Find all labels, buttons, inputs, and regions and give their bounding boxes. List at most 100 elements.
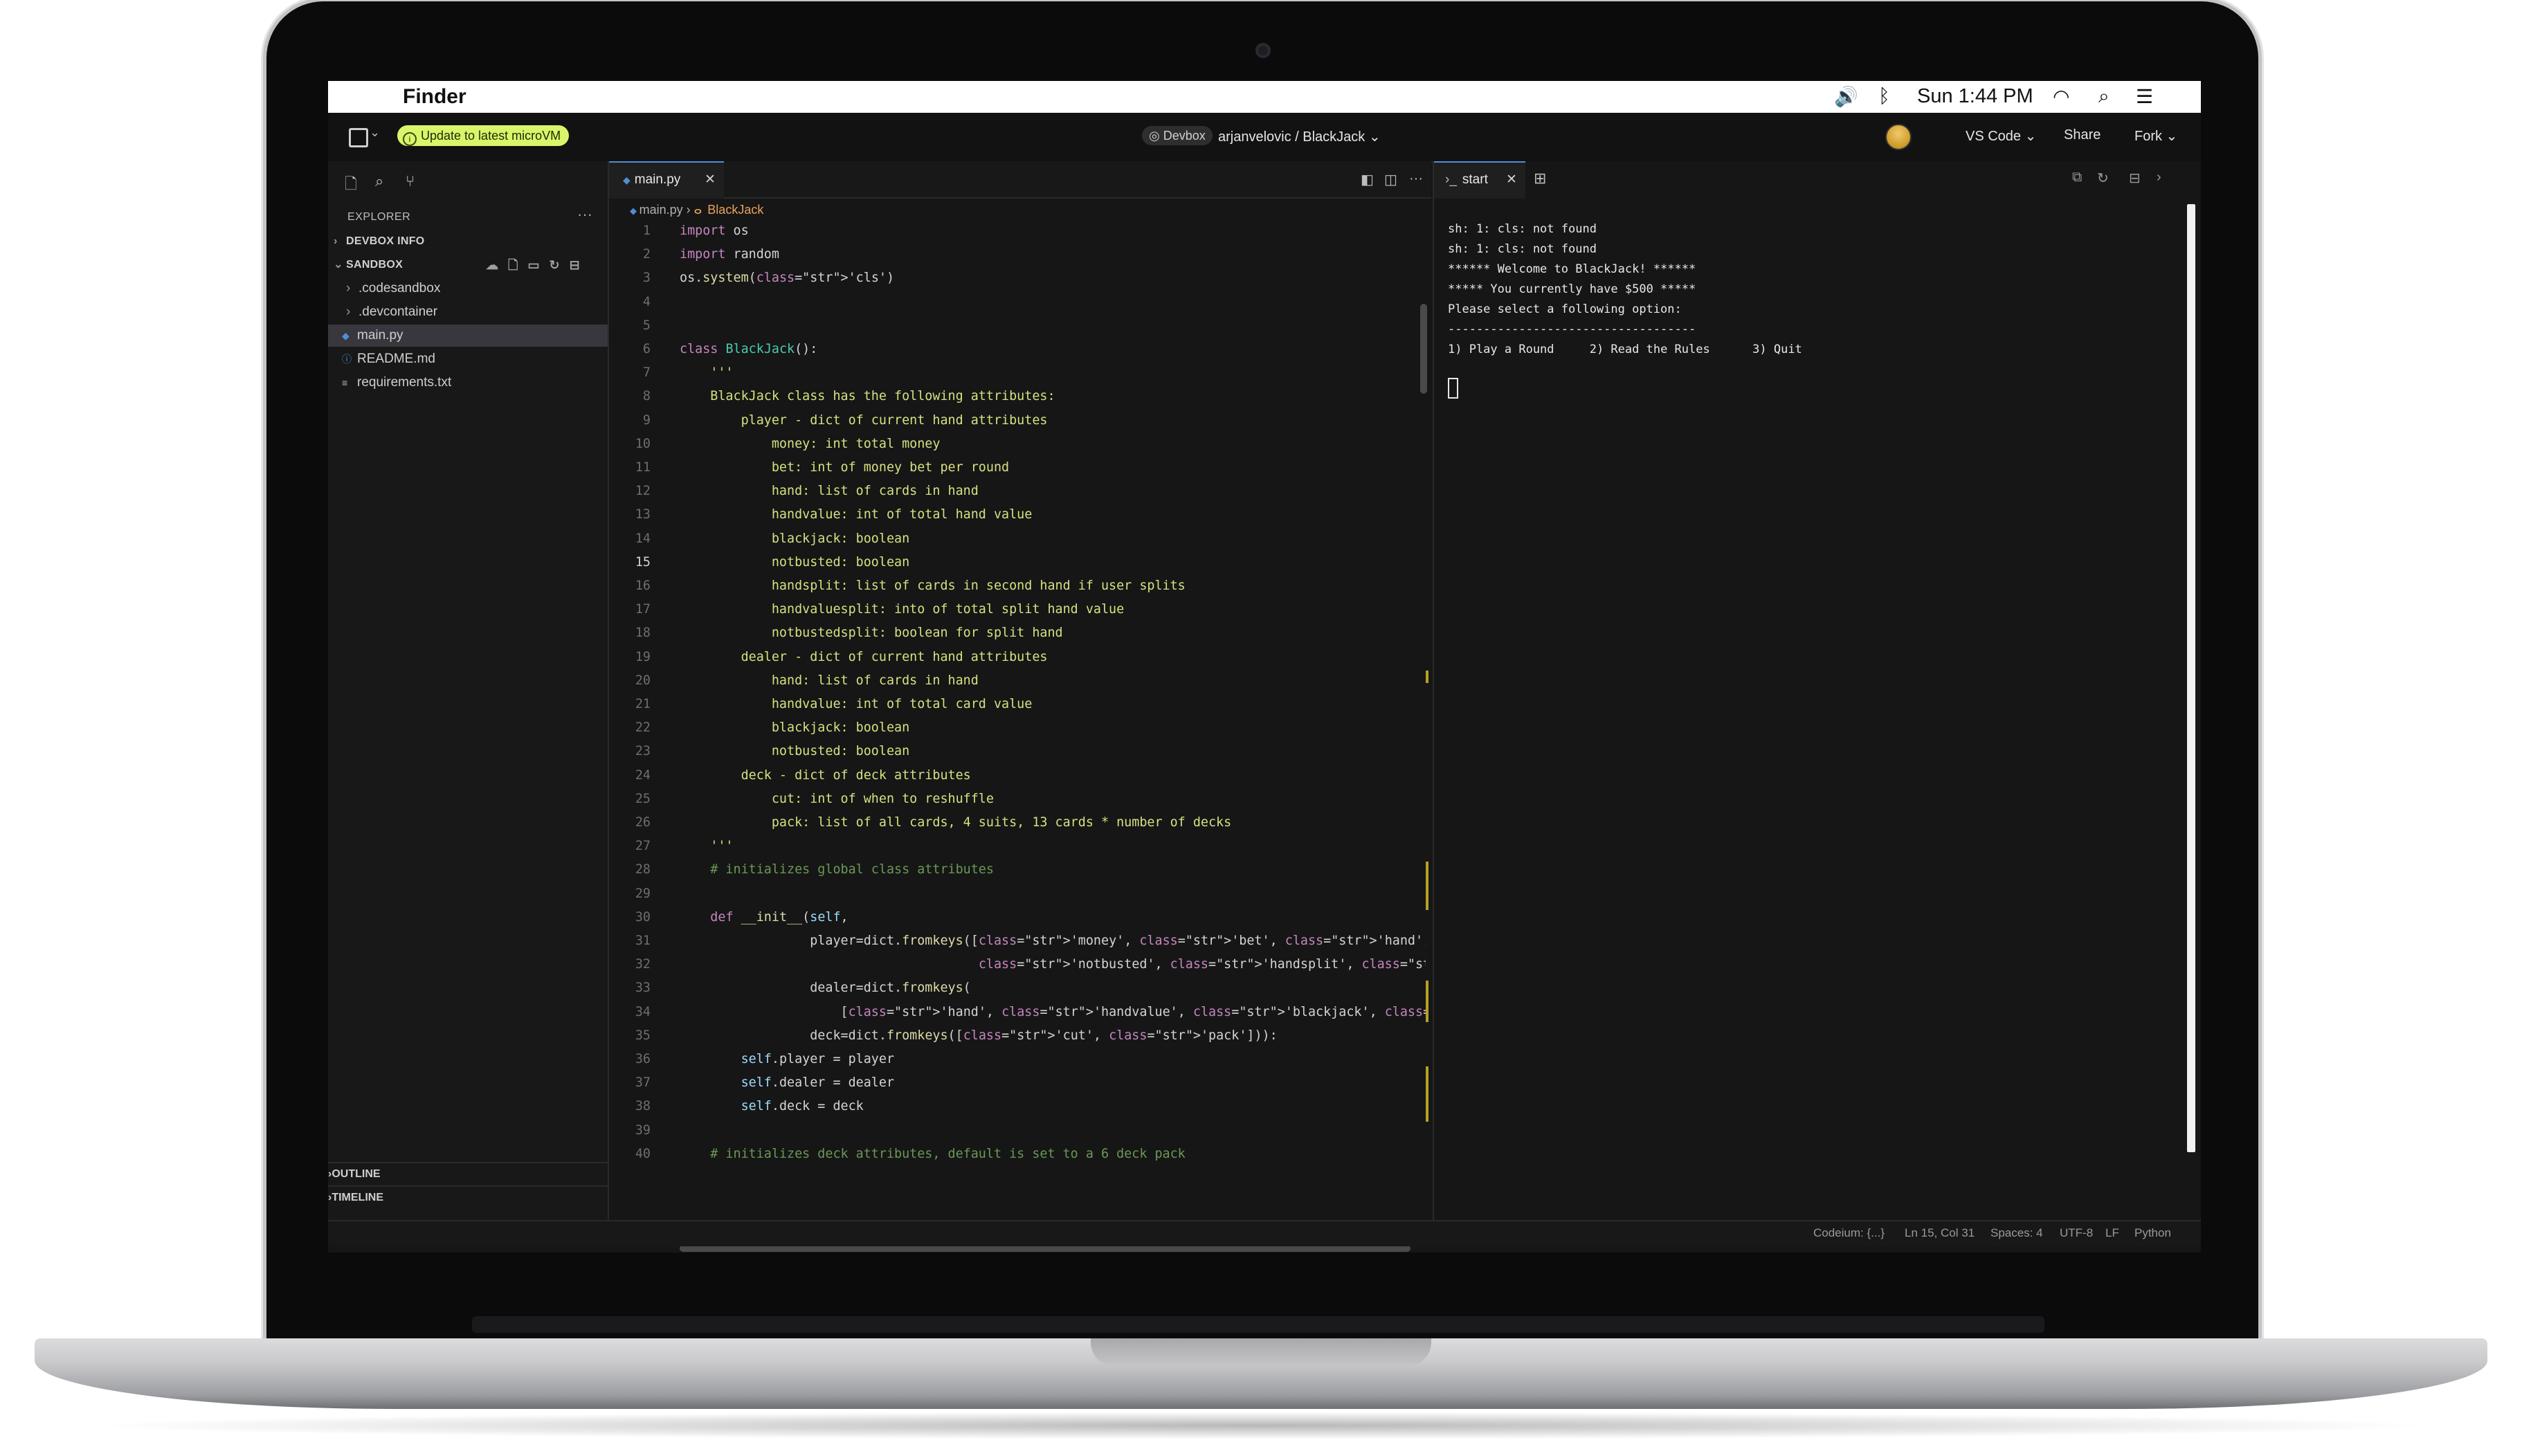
code-area[interactable]: 1 import os 2 import random 3 os.system(class… [609, 219, 1426, 1161]
breadcrumb-class[interactable]: BlackJack [707, 203, 763, 217]
class-symbol-icon: ⴰ [693, 203, 702, 217]
code-text: dealer=dict.fromkeys( [680, 981, 971, 996]
wifi-icon[interactable]: ◠ [2053, 85, 2069, 108]
code-text: blackjack: boolean [680, 531, 910, 546]
files-icon[interactable]: 🗋 [345, 172, 357, 199]
chevron-down-icon: ⌄ [1368, 129, 1381, 145]
refresh-icon[interactable]: ↻ [2097, 170, 2109, 187]
bluetooth-icon[interactable]: ᛒ [1878, 85, 1890, 107]
close-icon[interactable]: ✕ [705, 163, 716, 197]
source-control-icon[interactable]: ⑂ [406, 172, 415, 190]
share-button[interactable]: Share [2064, 127, 2101, 143]
status-cursor-position[interactable]: Ln 15, Col 31 [1905, 1226, 1975, 1240]
option-rules: 2) Read the Rules [1589, 343, 1710, 356]
line-number: 35 [635, 1028, 651, 1043]
devbox-info-section[interactable]: › DEVBOX INFO [328, 230, 608, 253]
close-icon[interactable]: ✕ [1506, 163, 1517, 197]
sidebar-item-readme[interactable]: ⓘ README.md [328, 348, 608, 370]
option-quit: 3) Quit [1752, 343, 1802, 356]
split-editor-icon[interactable]: ◫ [1384, 171, 1397, 188]
terminal-scrollbar[interactable] [2187, 204, 2195, 1152]
status-encoding[interactable]: UTF-8 [2060, 1226, 2093, 1240]
update-microvm-button[interactable]: i Update to latest microVM [397, 125, 570, 146]
line-number: 11 [635, 460, 651, 475]
devbox-pill[interactable]: ◎ Devbox [1142, 126, 1213, 145]
layout-icon[interactable]: ⊟ [2129, 170, 2141, 187]
avatar[interactable] [1885, 124, 1912, 150]
more-icon[interactable]: ··· [1409, 171, 1423, 187]
collapse-all-icon[interactable]: ⊟ [570, 258, 590, 272]
minimap-marker [1426, 1066, 1428, 1122]
code-text: self.player = player [741, 1052, 895, 1066]
line-number: 15 [635, 554, 651, 570]
line-number: 5 [642, 318, 651, 333]
sandbox-actions: ☁🗋▭↻⊟ [486, 254, 590, 276]
code-text: self.dealer = dealer [741, 1075, 895, 1091]
status-codeium[interactable]: Codeium: {...} [1813, 1226, 1885, 1240]
new-folder-icon[interactable]: ▭ [527, 258, 549, 272]
terminal-line: sh: 1: cls: not found [1448, 222, 1597, 236]
status-language[interactable]: Python [2134, 1226, 2171, 1240]
line-number: 1 [642, 224, 651, 238]
macos-menubar: Finder 🔊 ᛒ Sun 1:44 PM ◠ ⌕ ☰ [328, 81, 2201, 113]
vscode-label: VS Code [1966, 129, 2022, 144]
control-center-icon[interactable]: ☰ [2136, 85, 2153, 108]
refresh-icon[interactable]: ↻ [550, 258, 570, 272]
repo-path-dropdown[interactable]: arjanvelovic / BlackJack ⌄ [1218, 128, 1381, 145]
code-text: import os [680, 224, 749, 238]
code-text: hand: list of cards in hand [680, 673, 979, 688]
sidebar-item-label: .codesandbox [359, 281, 441, 295]
active-app-name[interactable]: Finder [403, 85, 466, 109]
line-number: 9 [642, 412, 651, 428]
outline-section[interactable]: ›OUTLINE [328, 1162, 608, 1185]
fork-button[interactable]: Fork ⌄ [2134, 127, 2177, 145]
toggle-panel-icon[interactable]: ◧ [1361, 171, 1374, 188]
update-badge-label: Update to latest microVM [421, 129, 561, 143]
search-icon[interactable]: ⌕ [375, 172, 383, 190]
sandbox-section[interactable]: ⌄ SANDBOX ☁🗋▭↻⊟ [328, 254, 608, 276]
vscode-button[interactable]: VS Code ⌄ [1966, 127, 2036, 145]
menubar-clock[interactable]: Sun 1:44 PM [1917, 85, 2033, 108]
chevron-down-icon: ⌄ [2021, 129, 2037, 144]
code-text: # initializes global class attributes [680, 862, 994, 877]
line-number: 6 [642, 342, 651, 356]
code-text: # initializes deck attributes, default i… [680, 1146, 1186, 1161]
spotlight-search-icon[interactable]: ⌕ [2098, 85, 2110, 108]
status-eol[interactable]: LF [2105, 1226, 2119, 1240]
line-number: 34 [635, 1004, 651, 1019]
sidebar-item-requirements[interactable]: ≡ requirements.txt [328, 372, 608, 394]
volume-icon[interactable]: 🔊 [1834, 85, 1858, 108]
line-number: 10 [635, 436, 651, 451]
more-icon[interactable]: ··· [577, 206, 592, 224]
python-file-icon: ◆ [623, 174, 630, 185]
open-preview-icon[interactable]: ⧉ [2072, 170, 2082, 185]
line-number: 28 [635, 862, 651, 877]
timeline-section[interactable]: ›TIMELINE [328, 1185, 608, 1209]
sidebar-item-devcontainer[interactable]: › .devcontainer [328, 301, 608, 323]
line-number: 13 [635, 507, 651, 522]
code-text: dealer - dict of current hand attributes [680, 649, 1048, 664]
code-text: os.system(class="str">'cls') [680, 271, 895, 286]
tab-terminal-start[interactable]: ›_ start ✕ [1434, 161, 1525, 199]
breadcrumb-file[interactable]: main.py [639, 203, 683, 217]
sidebar-item-main-py[interactable]: ◆ main.py [328, 325, 608, 347]
sidebar-item-codesandbox[interactable]: › .codesandbox [328, 277, 608, 300]
cloud-upload-icon[interactable]: ☁ [486, 258, 508, 272]
chevron-down-icon[interactable]: ⌄ [370, 125, 380, 140]
terminal-output[interactable]: sh: 1: cls: not found sh: 1: cls: not fo… [1448, 219, 2181, 402]
chevron-right-icon: › [686, 203, 694, 217]
new-file-icon[interactable]: 🗋 [508, 258, 527, 272]
chevron-right-icon[interactable]: › [2157, 170, 2161, 185]
repo-path-label: arjanvelovic / BlackJack [1218, 129, 1366, 145]
devbox-info-label: DEVBOX INFO [346, 235, 425, 247]
status-indentation[interactable]: Spaces: 4 [1990, 1226, 2043, 1240]
editor-vertical-scrollbar[interactable] [1420, 304, 1427, 394]
code-text: handvalue: int of total card value [680, 697, 1033, 711]
terminal-cursor [1448, 378, 1458, 399]
code-text: handsplit: list of cards in second hand … [680, 579, 1186, 593]
fork-label: Fork [2134, 129, 2162, 144]
add-terminal-icon[interactable]: ⊞ [1534, 170, 1546, 188]
code-text: deck=dict.fromkeys([class="str">'cut', c… [680, 1028, 1278, 1043]
tab-main-py[interactable]: ◆ main.py ✕ [609, 161, 724, 199]
menu-checkbox-icon[interactable] [349, 128, 368, 147]
